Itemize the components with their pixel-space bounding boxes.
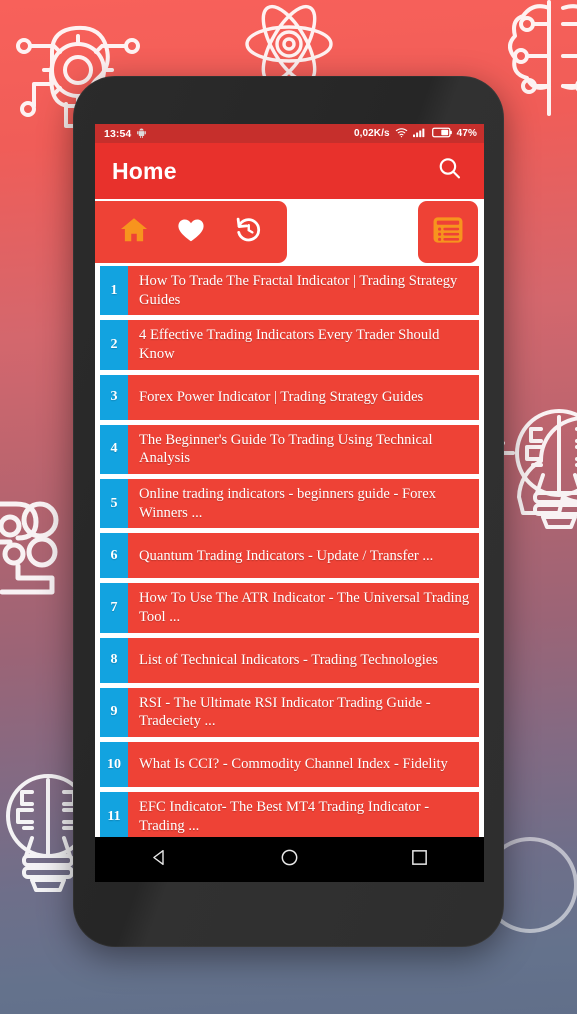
status-time: 13:54: [104, 127, 132, 140]
lightbulb-brain-icon: [495, 395, 577, 545]
list-item-number: 8: [100, 637, 128, 683]
recents-icon: [409, 847, 430, 873]
list-item-title: How To Use The ATR Indicator - The Unive…: [128, 583, 479, 633]
list-item-number: 6: [100, 533, 128, 579]
list-item-number: 11: [100, 792, 128, 837]
nav-recents-button[interactable]: [396, 839, 442, 881]
list-item-title: Quantum Trading Indicators - Update / Tr…: [128, 533, 479, 579]
heart-icon: [176, 215, 206, 250]
menu-button[interactable]: [418, 201, 478, 263]
signal-bars-icon: [412, 127, 427, 141]
history-icon: [234, 215, 263, 249]
network-speed: 0,02K/s: [353, 128, 390, 139]
list-item-title: RSI - The Ultimate RSI Indicator Trading…: [128, 687, 479, 738]
list-item-title: List of Technical Indicators - Trading T…: [128, 637, 479, 683]
home-circle-icon: [279, 847, 300, 873]
list-item-number: 2: [100, 320, 128, 370]
list-item[interactable]: 6 Quantum Trading Indicators - Update / T…: [100, 533, 479, 579]
list-item-title: What Is CCI? - Commodity Channel Index -…: [128, 742, 479, 788]
wallpaper-background: 13:54 0,02K/s 47% Home 1 How To Trade Th…: [0, 0, 577, 1014]
battery-icon: [431, 127, 452, 141]
action-toolbar: [95, 199, 484, 266]
list-item[interactable]: 4 The Beginner's Guide To Trading Using T…: [100, 424, 479, 475]
favorites-tab-button[interactable]: [170, 211, 212, 253]
list-item-number: 7: [100, 583, 128, 633]
phone-screen: 13:54 0,02K/s 47% Home 1 How To Trade Th…: [95, 124, 484, 837]
list-item-title: How To Trade The Fractal Indicator | Tra…: [128, 266, 479, 316]
status-bar: 13:54 0,02K/s 47%: [95, 124, 484, 143]
list-item[interactable]: 7 How To Use The ATR Indicator - The Univ…: [100, 583, 479, 633]
toolbar-primary-group: [95, 201, 287, 263]
robot-head-icon: [0, 480, 76, 610]
list-item-number: 1: [100, 266, 128, 316]
app-bar: Home: [95, 143, 484, 199]
list-item-number: 3: [100, 374, 128, 420]
list-item-title: Forex Power Indicator | Trading Strategy…: [128, 374, 479, 420]
atom-icon: [243, 4, 335, 84]
list-item-number: 4: [100, 424, 128, 475]
list-item[interactable]: 1 How To Trade The Fractal Indicator | Tr…: [100, 266, 479, 316]
list-item[interactable]: 24 Effective Trading Indicators Every Tr…: [100, 320, 479, 370]
list-item[interactable]: 8 List of Technical Indicators - Trading …: [100, 637, 479, 683]
list-item[interactable]: 9 RSI - The Ultimate RSI Indicator Tradin…: [100, 687, 479, 738]
nav-home-button[interactable]: [266, 839, 312, 881]
home-tab-button[interactable]: [113, 211, 155, 253]
page-title: Home: [112, 157, 177, 184]
list-menu-icon: [432, 216, 464, 249]
brain-circuit-icon: [505, 0, 577, 120]
list-item-title: 4 Effective Trading Indicators Every Tra…: [128, 320, 479, 370]
search-icon: [436, 155, 463, 187]
android-robot-icon: [136, 127, 147, 141]
history-tab-button[interactable]: [227, 211, 269, 253]
nav-back-button[interactable]: [137, 839, 183, 881]
list-item-number: 10: [100, 742, 128, 788]
list-item-number: 9: [100, 687, 128, 738]
battery-percent: 47%: [456, 128, 477, 139]
list-item[interactable]: 5 Online trading indicators - beginners g…: [100, 479, 479, 529]
results-list[interactable]: 1 How To Trade The Fractal Indicator | Tr…: [95, 266, 484, 837]
list-item-number: 5: [100, 479, 128, 529]
list-item[interactable]: 3 Forex Power Indicator | Trading Strateg…: [100, 374, 479, 420]
list-item[interactable]: 10 What Is CCI? - Commodity Channel Index…: [100, 742, 479, 788]
list-item-title: Online trading indicators - beginners gu…: [128, 479, 479, 529]
list-item[interactable]: 11 EFC Indicator- The Best MT4 Trading In…: [100, 792, 479, 837]
search-button[interactable]: [432, 154, 466, 188]
back-icon: [149, 847, 170, 873]
android-navigation-bar: [95, 837, 484, 882]
list-item-title: The Beginner's Guide To Trading Using Te…: [128, 424, 479, 475]
wifi-icon: [395, 127, 408, 141]
home-icon: [119, 215, 149, 250]
list-item-title: EFC Indicator- The Best MT4 Trading Indi…: [128, 792, 479, 837]
